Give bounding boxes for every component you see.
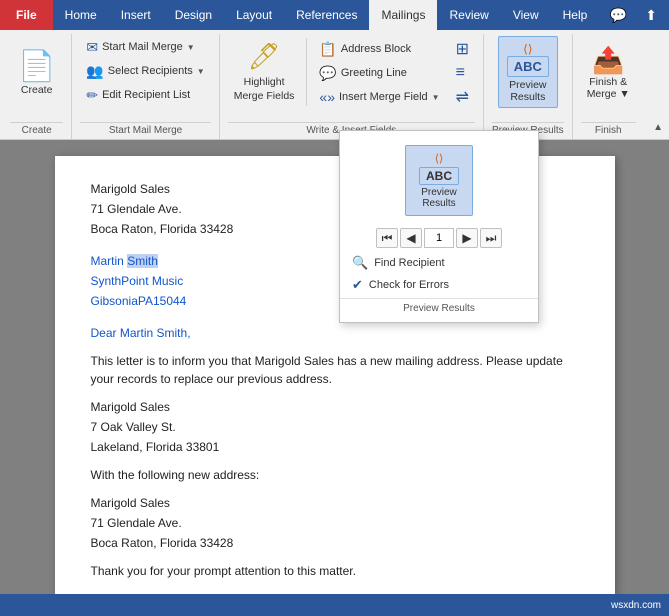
tab-mailings[interactable]: Mailings bbox=[369, 0, 437, 30]
popup-preview-label: PreviewResults bbox=[421, 187, 457, 209]
document-area: Marigold Sales 71 Glendale Ave. Boca Rat… bbox=[0, 140, 669, 594]
preview-results-label: PreviewResults bbox=[509, 79, 546, 103]
recipient-last-name-highlighted: Smith bbox=[127, 254, 158, 268]
sincerely-line: Sincerely, bbox=[91, 590, 579, 594]
preview-arrows-icon: ⟨⟩ bbox=[523, 42, 532, 56]
popup-preview-button[interactable]: ⟨⟩ ABC PreviewResults bbox=[405, 145, 473, 216]
group-start-mail-merge: ✉ Start Mail Merge ▼ 👥 Select Recipients… bbox=[72, 34, 219, 139]
create-icon: 📄 bbox=[18, 49, 55, 84]
nav-prev-button[interactable]: ◀ bbox=[400, 228, 422, 248]
nav-first-button[interactable]: ⏮ bbox=[376, 228, 398, 248]
match-icon: ⇌ bbox=[456, 87, 469, 107]
dropdown-arrow3-icon: ▼ bbox=[432, 93, 440, 102]
tab-help[interactable]: Help bbox=[551, 0, 600, 30]
popup-nav-row: ⏮ ◀ ▶ ⏭ bbox=[340, 224, 538, 252]
popup-abc-badge: ABC bbox=[419, 167, 459, 185]
group-create: 📄 Create Create bbox=[2, 34, 72, 139]
finish-icon: 📤 bbox=[592, 45, 624, 76]
highlight-icon: 🖊 bbox=[248, 41, 281, 72]
address-block-icon: 📋 bbox=[319, 41, 336, 58]
body-para1: This letter is to inform you that Marigo… bbox=[91, 352, 579, 388]
greeting-line-button[interactable]: 💬 Greeting Line bbox=[313, 62, 445, 84]
match-fields-button[interactable]: ⇌ bbox=[450, 86, 475, 108]
following-line: With the following new address: bbox=[91, 466, 579, 484]
popup-arrows-icon: ⟨⟩ bbox=[435, 152, 444, 165]
watermark: wsxdn.com bbox=[611, 600, 661, 611]
edit-recipients-icon: ✏ bbox=[86, 87, 98, 104]
orig-name: Marigold Sales bbox=[91, 494, 579, 512]
divider bbox=[306, 38, 307, 106]
status-bar: wsxdn.com bbox=[0, 594, 669, 616]
select-recipients-button[interactable]: 👥 Select Recipients ▼ bbox=[80, 60, 210, 82]
create-button[interactable]: 📄 Create bbox=[10, 36, 63, 108]
orig-addr2: Boca Raton, Florida 33428 bbox=[91, 534, 579, 552]
new-name: Marigold Sales bbox=[91, 398, 579, 416]
rules-icon: ≡ bbox=[456, 64, 465, 82]
thanks-line: Thank you for your prompt attention to t… bbox=[91, 562, 579, 580]
nav-last-button[interactable]: ⏭ bbox=[480, 228, 502, 248]
finish-label: Finish &Merge ▼ bbox=[587, 76, 630, 100]
filter-icon: ⊞ bbox=[456, 39, 469, 59]
orig-addr1: 71 Glendale Ave. bbox=[91, 514, 579, 532]
tab-insert[interactable]: Insert bbox=[109, 0, 163, 30]
mail-merge-icon: ✉ bbox=[86, 39, 98, 56]
dropdown-arrow-icon: ▼ bbox=[187, 43, 195, 52]
insert-merge-field-button[interactable]: «» Insert Merge Field ▼ bbox=[313, 86, 445, 108]
insert-field-extra-btn[interactable]: ⊞ bbox=[450, 38, 475, 60]
tab-view[interactable]: View bbox=[501, 0, 551, 30]
greeting-icon: 💬 bbox=[319, 65, 336, 82]
new-addr2: Lakeland, Florida 33801 bbox=[91, 438, 579, 456]
share-icon[interactable]: ⬆ bbox=[637, 3, 665, 28]
new-address-block: Marigold Sales 7 Oak Valley St. Lakeland… bbox=[91, 398, 579, 456]
finish-merge-button[interactable]: 📤 Finish &Merge ▼ bbox=[581, 36, 636, 108]
insert-field-icon: «» bbox=[319, 89, 335, 105]
address-block-button[interactable]: 📋 Address Block bbox=[313, 38, 445, 60]
preview-results-button[interactable]: ⟨⟩ ABC PreviewResults bbox=[498, 36, 558, 108]
popup-section-label: Preview Results bbox=[340, 298, 538, 316]
group-write-insert: 🖊 HighlightMerge Fields 📋 Address Block … bbox=[220, 34, 484, 139]
new-addr1: 7 Oak Valley St. bbox=[91, 418, 579, 436]
group-finish: 📤 Finish &Merge ▼ Finish bbox=[573, 34, 644, 139]
tab-review[interactable]: Review bbox=[437, 0, 500, 30]
dropdown-arrow2-icon: ▼ bbox=[197, 67, 205, 76]
preview-dropdown: ⟨⟩ ABC PreviewResults ⏮ ◀ ▶ ⏭ 🔍 Find Rec… bbox=[339, 130, 539, 323]
group-preview: ⟨⟩ ABC PreviewResults Preview Results bbox=[484, 34, 573, 139]
group-start-label: Start Mail Merge bbox=[80, 122, 210, 139]
check-errors-icon: ✔ bbox=[352, 277, 363, 293]
start-mail-merge-button[interactable]: ✉ Start Mail Merge ▼ bbox=[80, 36, 210, 58]
check-errors-item[interactable]: ✔ Check for Errors bbox=[340, 274, 538, 296]
edit-recipient-list-button[interactable]: ✏ Edit Recipient List bbox=[80, 84, 210, 106]
rules-button[interactable]: ≡ bbox=[450, 62, 475, 84]
nav-next-button[interactable]: ▶ bbox=[456, 228, 478, 248]
collapse-ribbon-button[interactable]: ▲ bbox=[651, 120, 665, 135]
group-create-label: Create bbox=[10, 122, 63, 139]
highlight-label: HighlightMerge Fields bbox=[234, 76, 295, 103]
tab-home[interactable]: Home bbox=[53, 0, 109, 30]
recipient-first-name: Martin bbox=[91, 254, 128, 268]
tab-references[interactable]: References bbox=[284, 0, 369, 30]
nav-page-input[interactable] bbox=[424, 228, 454, 248]
find-recipient-icon: 🔍 bbox=[352, 255, 368, 271]
create-label: Create bbox=[21, 84, 53, 96]
group-finish-label: Finish bbox=[581, 122, 636, 139]
comment-icon[interactable]: 💬 bbox=[602, 3, 635, 28]
recipients-icon: 👥 bbox=[86, 63, 103, 80]
highlight-merge-fields-button[interactable]: 🖊 HighlightMerge Fields bbox=[228, 36, 301, 108]
tab-design[interactable]: Design bbox=[163, 0, 224, 30]
abc-badge: ABC bbox=[507, 56, 549, 77]
find-recipient-item[interactable]: 🔍 Find Recipient bbox=[340, 252, 538, 274]
orig-address-block: Marigold Sales 71 Glendale Ave. Boca Rat… bbox=[91, 494, 579, 552]
tab-layout[interactable]: Layout bbox=[224, 0, 284, 30]
tab-file[interactable]: File bbox=[0, 0, 53, 30]
dear-line: Dear Martin Smith, bbox=[91, 324, 579, 342]
